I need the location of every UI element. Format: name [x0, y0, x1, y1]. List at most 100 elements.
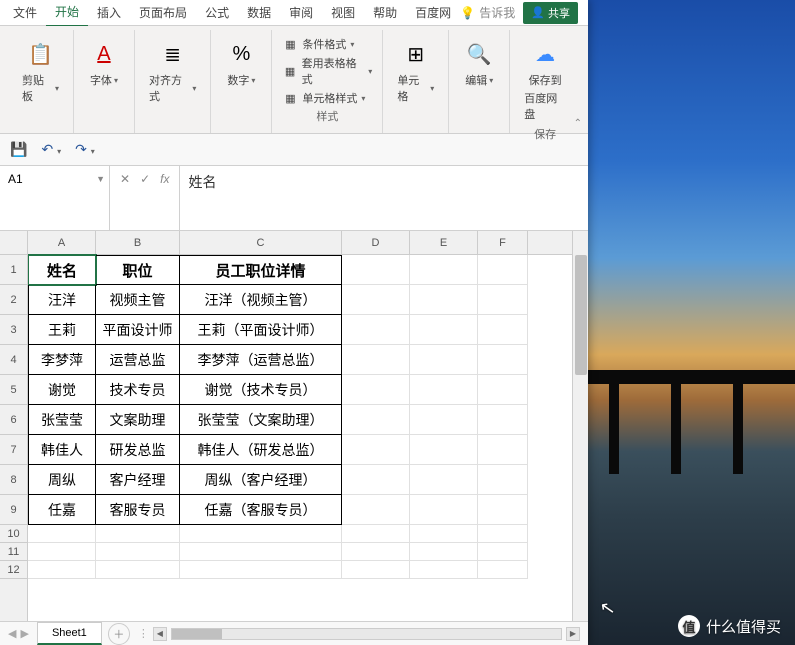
cell[interactable]	[28, 561, 96, 579]
tab-home[interactable]: 开始	[46, 0, 88, 27]
row-header-9[interactable]: 9	[0, 495, 27, 525]
row-header-4[interactable]: 4	[0, 345, 27, 375]
row-header-6[interactable]: 6	[0, 405, 27, 435]
confirm-formula-icon[interactable]: ✓	[140, 172, 150, 186]
cell[interactable]: 汪洋	[28, 285, 96, 315]
cell[interactable]	[478, 525, 528, 543]
cell[interactable]	[342, 525, 410, 543]
cell[interactable]	[478, 345, 528, 375]
cell[interactable]	[342, 315, 410, 345]
cell[interactable]: 王莉	[28, 315, 96, 345]
cell[interactable]: 韩佳人（研发总监）	[180, 435, 342, 465]
cell[interactable]: 韩佳人	[28, 435, 96, 465]
row-header-12[interactable]: 12	[0, 561, 27, 579]
cell[interactable]	[180, 561, 342, 579]
column-header-B[interactable]: B	[96, 231, 180, 254]
cell[interactable]	[478, 255, 528, 285]
align-button[interactable]: ≣对齐方式▾	[145, 36, 200, 106]
cell-style-button[interactable]: ▦单元格样式 ▾	[282, 90, 372, 106]
cell[interactable]: 姓名	[28, 255, 96, 285]
share-button[interactable]: 👤 共享	[523, 2, 578, 24]
cell[interactable]: 李梦萍	[28, 345, 96, 375]
cell[interactable]	[410, 525, 478, 543]
row-header-11[interactable]: 11	[0, 543, 27, 561]
tab-formula[interactable]: 公式	[196, 0, 238, 26]
cell[interactable]	[478, 315, 528, 345]
cell[interactable]	[478, 375, 528, 405]
name-box[interactable]: A1 ▼	[0, 166, 110, 230]
cell[interactable]: 文案助理	[96, 405, 180, 435]
cell[interactable]: 任嘉（客服专员）	[180, 495, 342, 525]
horizontal-scrollbar[interactable]: ⋮ ◀ ▶	[130, 627, 588, 641]
row-header-8[interactable]: 8	[0, 465, 27, 495]
cell[interactable]	[478, 405, 528, 435]
tab-insert[interactable]: 插入	[88, 0, 130, 26]
cell[interactable]: 张莹莹（文案助理）	[180, 405, 342, 435]
tab-file[interactable]: 文件	[4, 0, 46, 26]
cell[interactable]: 汪洋（视频主管）	[180, 285, 342, 315]
cell[interactable]	[410, 375, 478, 405]
cell[interactable]	[342, 405, 410, 435]
column-header-E[interactable]: E	[410, 231, 478, 254]
sheet-nav[interactable]: ◀▶	[0, 627, 37, 640]
cell[interactable]	[342, 435, 410, 465]
cell[interactable]: 客户经理	[96, 465, 180, 495]
cell[interactable]: 周纵（客户经理）	[180, 465, 342, 495]
cell[interactable]	[342, 543, 410, 561]
cancel-formula-icon[interactable]: ✕	[120, 172, 130, 186]
cell[interactable]	[410, 285, 478, 315]
row-header-2[interactable]: 2	[0, 285, 27, 315]
cell[interactable]: 视频主管	[96, 285, 180, 315]
cell[interactable]	[28, 525, 96, 543]
cell[interactable]: 谢觉	[28, 375, 96, 405]
cell[interactable]: 王莉（平面设计师）	[180, 315, 342, 345]
chevron-down-icon[interactable]: ▼	[96, 174, 105, 184]
tab-review[interactable]: 审阅	[280, 0, 322, 26]
cell[interactable]: 员工职位详情	[180, 255, 342, 285]
cell[interactable]	[410, 315, 478, 345]
number-button[interactable]: %数字▾	[221, 36, 261, 90]
cell[interactable]: 运营总监	[96, 345, 180, 375]
cell[interactable]	[342, 495, 410, 525]
add-sheet-button[interactable]: ＋	[108, 623, 130, 645]
table-format-button[interactable]: ▦套用表格格式 ▾	[282, 55, 372, 87]
cell[interactable]: 平面设计师	[96, 315, 180, 345]
save-icon[interactable]: 💾	[10, 141, 27, 158]
row-header-10[interactable]: 10	[0, 525, 27, 543]
cell[interactable]	[410, 465, 478, 495]
column-header-D[interactable]: D	[342, 231, 410, 254]
cell[interactable]	[478, 285, 528, 315]
cells[interactable]: 姓名职位员工职位详情汪洋视频主管汪洋（视频主管） 王莉平面设计师王莉（平面设计师）…	[28, 255, 572, 579]
row-header-5[interactable]: 5	[0, 375, 27, 405]
cells-button[interactable]: ⊞单元格▾	[393, 36, 438, 106]
conditional-format-button[interactable]: ▦条件格式 ▾	[282, 36, 372, 52]
cell[interactable]: 谢觉（技术专员）	[180, 375, 342, 405]
cell[interactable]	[342, 561, 410, 579]
cell[interactable]: 职位	[96, 255, 180, 285]
cell[interactable]: 李梦萍（运营总监）	[180, 345, 342, 375]
cell[interactable]: 周纵	[28, 465, 96, 495]
tab-data[interactable]: 数据	[238, 0, 280, 26]
editing-button[interactable]: 🔍编辑▾	[459, 36, 499, 90]
cell[interactable]	[28, 543, 96, 561]
save-baidu-button[interactable]: ☁保存到百度网盘	[520, 36, 570, 124]
tab-view[interactable]: 视图	[322, 0, 364, 26]
cell[interactable]	[96, 543, 180, 561]
tab-layout[interactable]: 页面布局	[130, 0, 196, 26]
cell[interactable]	[478, 465, 528, 495]
cell[interactable]	[96, 561, 180, 579]
tab-help[interactable]: 帮助	[364, 0, 406, 26]
cell[interactable]	[410, 435, 478, 465]
cell[interactable]	[410, 495, 478, 525]
cell[interactable]	[410, 561, 478, 579]
row-header-1[interactable]: 1	[0, 255, 27, 285]
cell[interactable]	[180, 525, 342, 543]
paste-button[interactable]: 📋剪贴板▾	[18, 36, 63, 106]
column-header-F[interactable]: F	[478, 231, 528, 254]
cell[interactable]	[342, 285, 410, 315]
formula-input[interactable]: 姓名	[180, 166, 588, 230]
column-header-C[interactable]: C	[180, 231, 342, 254]
cell[interactable]	[342, 255, 410, 285]
cell[interactable]: 研发总监	[96, 435, 180, 465]
cell[interactable]	[410, 543, 478, 561]
